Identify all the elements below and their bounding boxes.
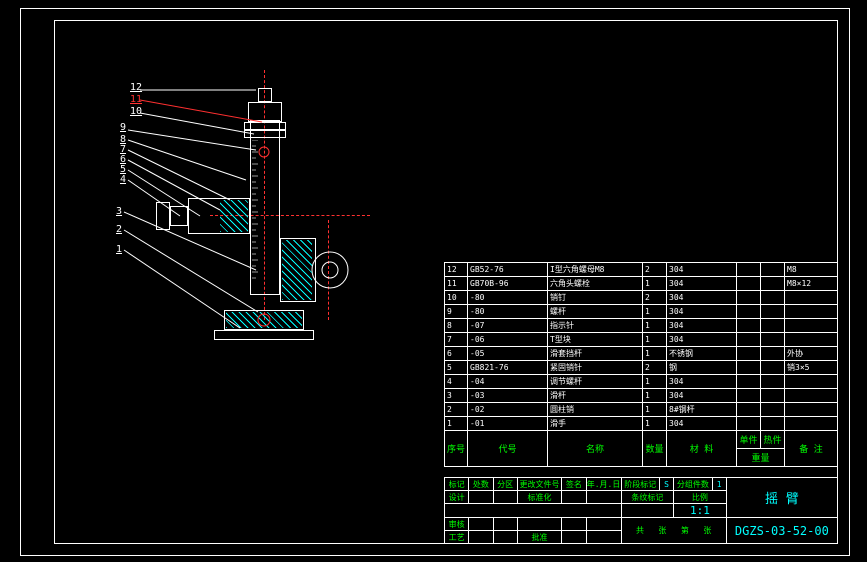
bom-row: 1-01滑手1304 (445, 417, 838, 431)
tb-date: 年.月.日 (586, 478, 621, 491)
hdr-wt: 重量 (737, 449, 785, 467)
bom-row: 8-07指示针1304 (445, 319, 838, 333)
tb-title: 摇 臂 (726, 478, 837, 518)
tb-std: 标准化 (517, 491, 561, 504)
tb-zone: 分区 (493, 478, 517, 491)
leader-10: 10 (130, 106, 142, 117)
bom-row: 12GB52-76I型六角螺母M82304M8 (445, 263, 838, 277)
tb-sheet: 张 (658, 526, 666, 535)
tb-stripe: 条纹标记 (621, 491, 674, 504)
bom-row: 5GB821-76紧固销针2钢销3×5 (445, 361, 838, 375)
tb-total-sheets-l: 共 (636, 526, 644, 535)
hdr-code: 代号 (468, 431, 548, 467)
leader-11: 11 (130, 94, 142, 105)
title-block: 标记 处数 分区 更改文件号 签名 年.月.日 阶段标记 S 分组件数 1 摇 … (444, 477, 838, 544)
leader-3: 3 (116, 206, 122, 217)
hdr-idx: 序号 (445, 431, 468, 467)
mechanical-drawing: 12 11 10 9 8 7 6 5 4 3 2 1 (150, 80, 430, 360)
tb-design: 设计 (445, 491, 469, 504)
tb-sheet-no-l: 第 (681, 526, 689, 535)
tb-check: 审核 (445, 518, 469, 531)
tb-sheet2: 张 (703, 526, 711, 535)
hdr-wt-single: 单件 (737, 431, 761, 449)
tb-changeno: 更改文件号 (517, 478, 561, 491)
tb-S: S (659, 478, 673, 491)
bom-row: 4-04调节螺杆1304 (445, 375, 838, 389)
tb-process: 工艺 (445, 531, 469, 544)
leader-9: 9 (120, 122, 126, 133)
hdr-rem: 备 注 (785, 431, 838, 467)
bom-row: 3-03滑杆1304 (445, 389, 838, 403)
bom-row: 2-02圆柱销18#钢杆 (445, 403, 838, 417)
bom-table: 12GB52-76I型六角螺母M82304M811GB70B-96六角头螺栓13… (444, 262, 838, 467)
tb-stage: 阶段标记 (621, 478, 659, 491)
tb-approve: 批准 (517, 531, 561, 544)
leader-12: 12 (130, 82, 142, 93)
bom-row: 7-06T型块1304 (445, 333, 838, 347)
tb-row4: 审核 共 张 第 张 DGZS-03-52-00 (445, 518, 838, 531)
leader-4: 4 (120, 174, 126, 185)
hdr-wt-total: 热件 (761, 431, 785, 449)
tb-places: 处数 (469, 478, 493, 491)
bom-header-row: 序号 代号 名称 数量 材 料 单件 热件 备 注 (445, 431, 838, 449)
tb-scale: 1:1 (674, 504, 727, 518)
bom-row: 10-80销钉2304 (445, 291, 838, 305)
hdr-qty: 数量 (643, 431, 667, 467)
tb-sign: 签名 (562, 478, 586, 491)
tb-dwgno: DGZS-03-52-00 (726, 518, 837, 544)
tb-group: 分组件数 (674, 478, 712, 491)
tb-scale-label: 比例 (674, 491, 727, 504)
tb-mark: 标记 (445, 478, 469, 491)
tb-one: 1 (712, 478, 726, 491)
bom-row: 6-05滑套挡杆1不锈钢外协 (445, 347, 838, 361)
cad-canvas: 12 11 10 9 8 7 6 5 4 3 2 1 12GB52-76I型六角… (0, 0, 867, 562)
hdr-mat: 材 料 (667, 431, 737, 467)
bom-row: 11GB70B-96六角头螺栓1304M8×12 (445, 277, 838, 291)
leader-lines (30, 60, 430, 380)
hdr-name: 名称 (548, 431, 643, 467)
leader-2: 2 (116, 224, 122, 235)
bom-row: 9-80螺杆1304 (445, 305, 838, 319)
tb-row1: 标记 处数 分区 更改文件号 签名 年.月.日 阶段标记 S 分组件数 1 摇 … (445, 478, 838, 491)
leader-1: 1 (116, 244, 122, 255)
